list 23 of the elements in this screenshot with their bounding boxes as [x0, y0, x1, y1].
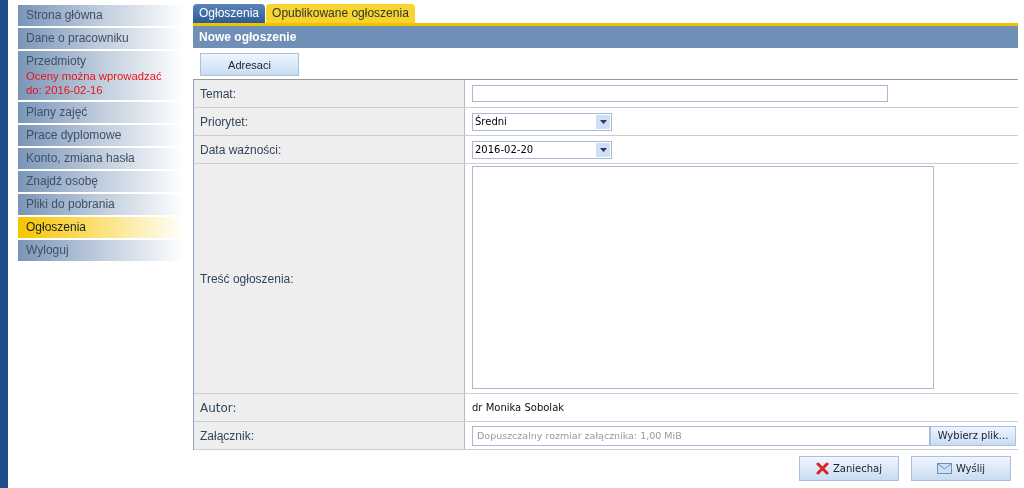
- recipients-button[interactable]: Adresaci: [200, 53, 299, 76]
- field-label: Temat:: [194, 80, 465, 107]
- sidebar-item[interactable]: Ogłoszenia: [18, 217, 184, 240]
- choose-file-button[interactable]: Wybierz plik...: [930, 425, 1016, 446]
- field-label: Załącznik:: [194, 422, 465, 449]
- deadline-note: Oceny można wprowadzać do: 2016-02-16: [26, 69, 163, 97]
- dropdown-field[interactable]: 2016-02-20: [472, 140, 612, 159]
- field-label: Data ważności:: [194, 136, 465, 163]
- panel-title: Nowe ogłoszenie: [193, 26, 1018, 48]
- author-name: dr Monika Sobolak: [472, 402, 565, 413]
- close-icon: [816, 462, 829, 475]
- envelope-icon: [936, 463, 952, 474]
- send-button[interactable]: Wyślij: [911, 456, 1011, 481]
- file-field[interactable]: Dopuszczalny rozmiar załącznika: 1,00 MiB: [472, 425, 930, 446]
- field-label: Priorytet:: [194, 108, 465, 135]
- dropdown-field[interactable]: Średni: [472, 112, 612, 131]
- tab[interactable]: Ogłoszenia: [193, 4, 266, 23]
- input-field[interactable]: [472, 85, 888, 102]
- field-label: Treść ogłoszenia:: [194, 164, 465, 393]
- field-label: Autor:: [194, 394, 465, 421]
- tab[interactable]: Opublikowane ogłoszenia: [266, 4, 415, 23]
- sidebar-item-label: Przedmioty: [26, 54, 88, 69]
- cancel-button[interactable]: Zaniechaj: [799, 456, 899, 481]
